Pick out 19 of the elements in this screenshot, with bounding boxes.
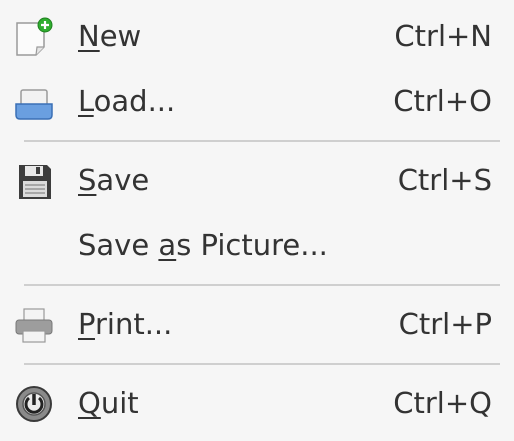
menu-item-label: Save as Picture... (78, 226, 328, 264)
shortcut-label: Ctrl+Q (393, 384, 492, 422)
shortcut-label: Ctrl+S (398, 162, 492, 199)
new-document-icon (14, 16, 54, 56)
menu-item-label: Save (78, 162, 150, 199)
menu-item-label: Load... (78, 82, 176, 120)
menu-item[interactable]: Load... Ctrl+O (0, 69, 514, 134)
menu-item[interactable]: New Ctrl+N (0, 4, 514, 69)
menu-item-label: New (78, 18, 142, 55)
shortcut-label: Ctrl+P (398, 306, 492, 343)
menu-item-label: Print... (78, 306, 172, 343)
menu-item[interactable]: Save as Picture... (0, 213, 514, 278)
menu-item[interactable]: Quit Ctrl+Q (0, 371, 514, 436)
menu-item-label: Quit (78, 384, 139, 422)
menu-item[interactable]: Print... Ctrl+P (0, 292, 514, 357)
shortcut-label: Ctrl+O (393, 82, 492, 120)
menu-item[interactable]: Save Ctrl+S (0, 148, 514, 213)
power-icon (14, 384, 54, 424)
shortcut-label: Ctrl+N (394, 18, 492, 55)
